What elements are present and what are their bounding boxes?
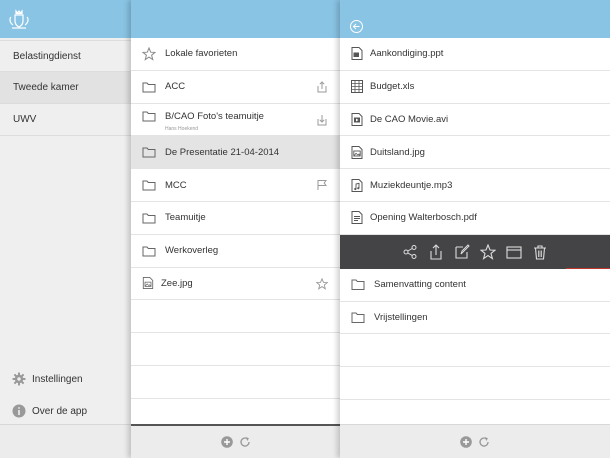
edit-icon[interactable]	[454, 244, 470, 260]
file-label: Zee.jpg	[161, 277, 193, 289]
folder-row[interactable]: Teamuitje	[131, 202, 340, 235]
share-icon[interactable]	[402, 244, 418, 260]
folder-icon	[142, 147, 156, 158]
org-item-uwv[interactable]: UWV	[0, 104, 131, 136]
gear-icon	[12, 372, 26, 386]
empty-row	[340, 334, 610, 368]
window-icon[interactable]	[506, 244, 522, 260]
file-row[interactable]: Aankondiging.ppt	[340, 38, 610, 71]
folder-row[interactable]: MCC	[131, 169, 340, 202]
empty-row	[131, 366, 340, 399]
add-icon[interactable]	[220, 436, 233, 448]
refresh-icon[interactable]	[239, 436, 251, 448]
empty-row	[340, 367, 610, 400]
selection-underline	[566, 267, 610, 269]
audio-file-icon	[351, 178, 363, 192]
organisation-list: Belastingdienst Tweede kamer UWV	[0, 40, 131, 136]
folder-row[interactable]: ACC	[131, 71, 340, 104]
folder-label: De Presentatie 21-04-2014	[165, 146, 280, 158]
favorites-label: Lokale favorieten	[165, 48, 238, 60]
favorites-row[interactable]: Lokale favorieten	[131, 38, 340, 71]
document-file-icon	[351, 211, 363, 225]
export-icon[interactable]	[428, 244, 444, 260]
folder-owner: Hans Hoekend	[165, 125, 199, 132]
file-label: De CAO Movie.avi	[370, 113, 449, 125]
subfolder-label: Vrijstellingen	[374, 311, 428, 323]
folder-label: B/CAO Foto's teamuitje	[165, 110, 264, 122]
folder-icon	[142, 180, 156, 191]
folder-row[interactable]: B/CAO Foto's teamuitje Hans Hoekend	[131, 104, 340, 137]
sidebar-header	[0, 0, 131, 38]
about-label: Over de app	[32, 405, 88, 417]
settings-label: Instellingen	[32, 373, 83, 385]
star-icon[interactable]	[480, 243, 496, 260]
folder-icon	[351, 279, 365, 291]
file-pane-header	[340, 0, 610, 38]
video-file-icon	[351, 112, 363, 126]
org-item-belastingdienst[interactable]: Belastingdienst	[0, 40, 131, 72]
file-pane-footer	[340, 424, 610, 458]
trash-icon[interactable]	[532, 244, 548, 260]
folder-label: MCC	[165, 179, 187, 191]
folder-row-selected[interactable]: De Presentatie 21-04-2014	[131, 136, 340, 170]
star-outline-icon	[142, 46, 156, 61]
file-label: Duitsland.jpg	[370, 146, 425, 158]
folder-row[interactable]: Werkoverleg	[131, 235, 340, 268]
file-row[interactable]: Budget.xls	[340, 71, 610, 104]
folder-label: Teamuitje	[165, 212, 206, 224]
back-icon[interactable]	[350, 20, 363, 33]
subfolder-row[interactable]: Vrijstellingen	[340, 302, 610, 335]
file-label: Opening Walterbosch.pdf	[370, 212, 477, 224]
file-pane: Aankondiging.ppt Budget.xls De CAO Movie…	[340, 0, 610, 458]
folder-pane-header	[131, 0, 340, 38]
folder-icon	[142, 82, 156, 93]
about-item[interactable]: Over de app	[0, 395, 131, 427]
file-action-bar	[340, 234, 610, 269]
sidebar-footer	[0, 424, 131, 458]
folder-pane-footer	[131, 424, 340, 458]
file-row[interactable]: Opening Walterbosch.pdf	[340, 202, 610, 235]
star-icon[interactable]	[316, 277, 328, 290]
folder-label: ACC	[165, 81, 186, 93]
settings-item[interactable]: Instellingen	[0, 363, 131, 395]
add-icon[interactable]	[460, 435, 472, 448]
info-icon	[12, 404, 26, 418]
image-file-icon	[142, 277, 154, 290]
empty-row	[131, 333, 340, 366]
file-label: Muziekdeuntje.mp3	[370, 179, 453, 191]
subfolder-row[interactable]: Samenvatting content	[340, 269, 610, 302]
coat-of-arms-icon	[9, 9, 29, 29]
subfolder-label: Samenvatting content	[374, 279, 466, 291]
folder-icon	[142, 246, 156, 257]
image-file-icon	[351, 145, 363, 159]
folder-label: Werkoverleg	[165, 245, 219, 257]
folder-icon	[142, 111, 156, 122]
org-item-tweede-kamer[interactable]: Tweede kamer	[0, 72, 131, 104]
folder-icon	[142, 213, 156, 224]
file-row[interactable]: Zee.jpg	[131, 268, 340, 301]
folder-icon	[351, 312, 365, 323]
file-label: Budget.xls	[370, 81, 415, 93]
download-icon[interactable]	[316, 114, 328, 126]
sidebar-bottom-menu: Instellingen Over de app	[0, 363, 131, 427]
file-row[interactable]: De CAO Movie.avi	[340, 104, 610, 137]
empty-row	[131, 300, 340, 334]
spreadsheet-file-icon	[351, 80, 363, 94]
upload-icon[interactable]	[316, 81, 328, 93]
file-label: Aankondiging.ppt	[370, 48, 444, 60]
file-row[interactable]: Duitsland.jpg	[340, 136, 610, 170]
folder-pane: Lokale favorieten ACC B/CAO Foto's teamu…	[131, 0, 340, 458]
organisation-sidebar: Belastingdienst Tweede kamer UWV Instell…	[0, 0, 131, 458]
refresh-icon[interactable]	[478, 436, 490, 448]
flag-icon[interactable]	[316, 179, 328, 191]
presentation-file-icon	[351, 47, 363, 61]
file-row[interactable]: Muziekdeuntje.mp3	[340, 169, 610, 202]
